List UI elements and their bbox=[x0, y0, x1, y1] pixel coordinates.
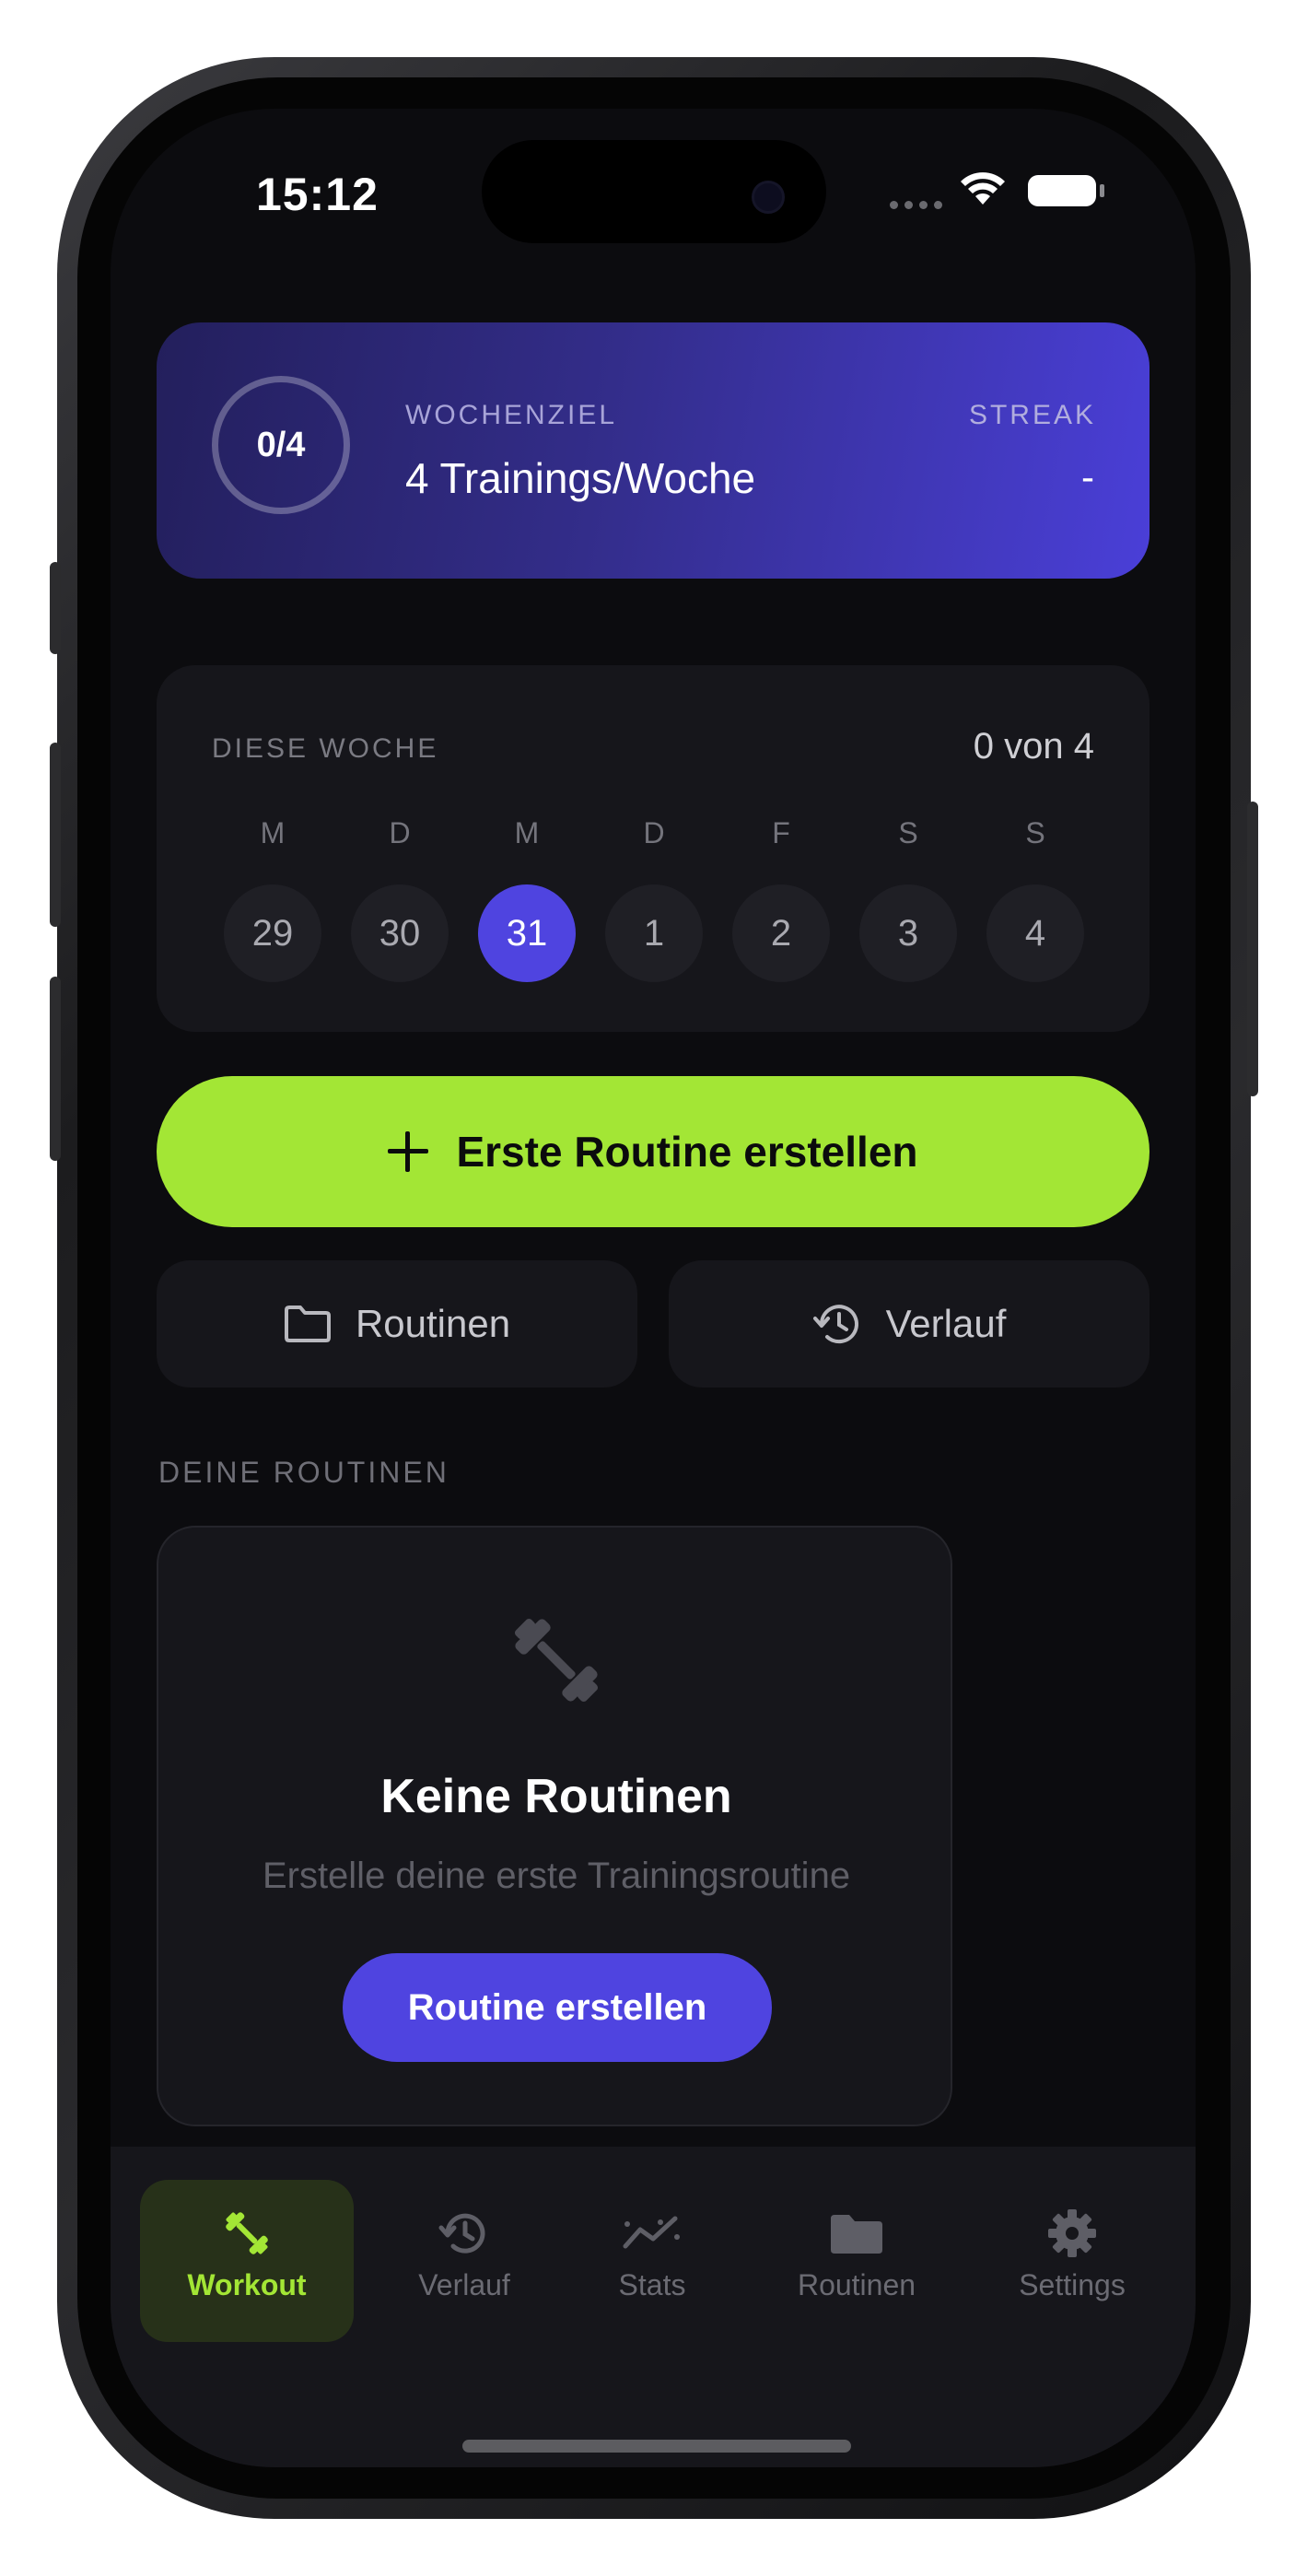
routines-button-label: Routinen bbox=[355, 1302, 511, 1345]
history-icon bbox=[437, 2206, 492, 2261]
empty-routines-card: Keine Routinen Erstelle deine erste Trai… bbox=[157, 1526, 952, 2126]
week-label: DIESE WOCHE bbox=[212, 733, 439, 764]
day-letter: M bbox=[260, 816, 286, 849]
day-letter: S bbox=[1025, 816, 1045, 849]
screen: 15:12 0/4 WOCHENZIEL 4 Trainings/Woche S… bbox=[111, 109, 1196, 2467]
history-icon bbox=[812, 1305, 858, 1344]
battery-cap bbox=[1100, 184, 1104, 197]
battery-icon bbox=[1028, 175, 1096, 206]
gear-icon bbox=[1044, 2206, 1100, 2261]
day-column[interactable]: M 31 bbox=[478, 816, 576, 982]
day-letter: D bbox=[643, 816, 665, 849]
history-button-label: Verlauf bbox=[885, 1302, 1007, 1345]
day-column[interactable]: S 4 bbox=[986, 816, 1084, 982]
power-button bbox=[1247, 802, 1258, 1096]
streak-label: STREAK bbox=[968, 400, 1096, 430]
day-number-today: 31 bbox=[478, 884, 576, 982]
status-time: 15:12 bbox=[256, 169, 379, 220]
day-column[interactable]: D 1 bbox=[605, 816, 703, 982]
tab-label: Verlauf bbox=[418, 2268, 510, 2301]
day-number: 29 bbox=[224, 884, 321, 982]
goal-progress-text: 0/4 bbox=[256, 426, 306, 464]
wifi-icon bbox=[960, 170, 1006, 206]
weekly-goal-card[interactable]: 0/4 WOCHENZIEL 4 Trainings/Woche STREAK … bbox=[157, 322, 1149, 579]
day-number: 4 bbox=[986, 884, 1084, 982]
tab-history[interactable]: Verlauf bbox=[383, 2180, 545, 2302]
day-number: 3 bbox=[859, 884, 957, 982]
goal-title: 4 Trainings/Woche bbox=[405, 454, 756, 502]
create-first-routine-button[interactable]: Erste Routine erstellen bbox=[157, 1076, 1149, 1227]
home-indicator[interactable] bbox=[462, 2440, 851, 2453]
day-number: 30 bbox=[351, 884, 449, 982]
goal-label: WOCHENZIEL bbox=[405, 400, 618, 430]
tab-label: Stats bbox=[618, 2268, 686, 2301]
day-letter: S bbox=[898, 816, 918, 849]
day-number: 1 bbox=[605, 884, 703, 982]
tab-stats[interactable]: Stats bbox=[571, 2180, 733, 2302]
tab-bar: Workout Verlauf Stats Routinen Settings bbox=[111, 2147, 1196, 2467]
dumbbell-icon bbox=[219, 2206, 274, 2261]
day-number: 2 bbox=[732, 884, 830, 982]
volume-down-button bbox=[50, 977, 61, 1161]
stats-icon bbox=[620, 2206, 684, 2261]
history-button[interactable]: Verlauf bbox=[669, 1260, 1149, 1388]
routines-button[interactable]: Routinen bbox=[157, 1260, 637, 1388]
day-column[interactable]: F 2 bbox=[732, 816, 830, 982]
folder-icon bbox=[284, 1306, 331, 1342]
tab-label: Routinen bbox=[797, 2268, 916, 2301]
tab-settings[interactable]: Settings bbox=[980, 2180, 1164, 2302]
day-letter: D bbox=[389, 816, 411, 849]
create-first-routine-label: Erste Routine erstellen bbox=[456, 1128, 918, 1176]
dumbbell-icon bbox=[501, 1605, 612, 1715]
create-routine-button[interactable]: Routine erstellen bbox=[343, 1953, 772, 2062]
action-button bbox=[50, 562, 61, 654]
tab-routines[interactable]: Routinen bbox=[755, 2180, 958, 2302]
streak-value: - bbox=[1081, 455, 1094, 498]
tab-label: Workout bbox=[187, 2268, 307, 2301]
empty-state-subtitle: Erstelle deine erste Trainingsroutine bbox=[262, 1856, 851, 1896]
front-camera bbox=[752, 181, 785, 214]
tab-label: Settings bbox=[1019, 2268, 1126, 2301]
day-column[interactable]: D 30 bbox=[351, 816, 449, 982]
day-letter: F bbox=[772, 816, 790, 849]
folder-icon bbox=[827, 2206, 886, 2261]
day-column[interactable]: M 29 bbox=[224, 816, 321, 982]
week-count: 0 von 4 bbox=[973, 726, 1094, 767]
volume-up-button bbox=[50, 743, 61, 927]
day-column[interactable]: S 3 bbox=[859, 816, 957, 982]
tab-workout[interactable]: Workout bbox=[140, 2180, 354, 2342]
day-letter: M bbox=[514, 816, 540, 849]
your-routines-heading: DEINE ROUTINEN bbox=[158, 1456, 449, 1489]
this-week-card: DIESE WOCHE 0 von 4 M 29 D 30 M 31 D 1 F… bbox=[157, 665, 1149, 1032]
cellular-signal-icon bbox=[890, 201, 942, 209]
empty-state-title: Keine Routinen bbox=[380, 1770, 732, 1823]
plus-icon bbox=[388, 1131, 429, 1172]
